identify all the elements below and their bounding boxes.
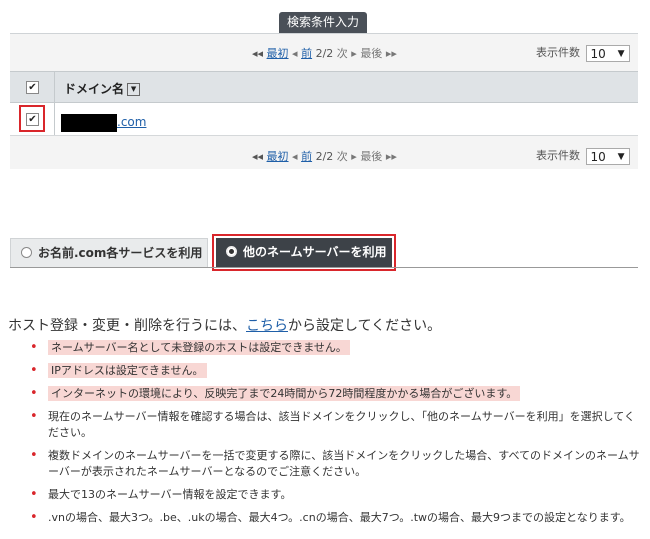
last-arrow-icon: ▸▸	[385, 150, 397, 163]
domain-link[interactable]: .com	[117, 115, 146, 129]
host-prefix: ホスト登録・変更・削除を行うには、	[8, 318, 246, 334]
list-item: 複数ドメインのネームサーバーを一括で変更する際に、該当ドメインをクリックした場合…	[30, 448, 642, 480]
next-arrow-icon: ▸	[351, 150, 357, 163]
page-size-value: 10	[590, 149, 606, 164]
page-size-label: 表示件数	[536, 46, 580, 59]
prev-page-link[interactable]: 前	[301, 47, 312, 60]
dropdown-arrow-icon: ▼	[617, 48, 625, 59]
note-text: ネームサーバー名として未登録のホストは設定できません。	[48, 340, 350, 355]
search-conditions-tab[interactable]: 検索条件入力	[279, 12, 367, 33]
host-settings-link[interactable]: こちら	[246, 318, 288, 334]
note-text: インターネットの環境により、反映完了まで24時間から72時間程度かかる場合がござ…	[48, 386, 521, 401]
redacted-domain	[61, 114, 117, 132]
page-size-value: 10	[590, 46, 606, 61]
pager-top: ◂◂ 最初 ◂ 前 2/2 次 ▸ 最後 ▸▸ 表示件数 10 ▼	[10, 36, 638, 66]
table-row: ✔ .com	[10, 103, 638, 136]
list-item: .vnの場合、最大3つ。.be、.ukの場合、最大4つ。.cnの場合、最大7つ。…	[30, 510, 642, 526]
prev-arrow-icon: ◂	[292, 47, 298, 60]
page-size-control: 表示件数 10 ▼	[536, 44, 630, 62]
pagination-nav: ◂◂ 最初 ◂ 前 2/2 次 ▸ 最後 ▸▸	[252, 148, 397, 164]
list-item: インターネットの環境により、反映完了まで24時間から72時間程度かかる場合がござ…	[30, 386, 642, 402]
list-item: ネームサーバー名として未登録のホストは設定できません。	[30, 340, 642, 356]
note-text: 現在のネームサーバー情報を確認する場合は、該当ドメインをクリックし、「他のネーム…	[48, 410, 635, 439]
first-page-link[interactable]: 最初	[267, 150, 289, 163]
pager-bottom: ◂◂ 最初 ◂ 前 2/2 次 ▸ 最後 ▸▸ 表示件数 10 ▼	[10, 139, 638, 169]
page-info: 2/2	[315, 47, 334, 60]
list-item: 最大で13のネームサーバー情報を設定できます。	[30, 487, 642, 503]
list-item: 現在のネームサーバー情報を確認する場合は、該当ドメインをクリックし、「他のネーム…	[30, 409, 642, 441]
last-arrow-icon: ▸▸	[385, 47, 397, 60]
tab-onamae-services[interactable]: お名前.com各サービスを利用	[10, 238, 208, 267]
next-page-label: 次	[336, 47, 348, 60]
first-arrow-icon: ◂◂	[252, 47, 264, 60]
column-divider	[54, 103, 55, 135]
note-text: 複数ドメインのネームサーバーを一括で変更する際に、該当ドメインをクリックした場合…	[48, 449, 640, 478]
radio-icon	[21, 247, 32, 258]
dropdown-arrow-icon: ▼	[617, 151, 625, 162]
row-checkbox[interactable]: ✔	[26, 113, 39, 126]
table-header: ✔ ドメイン名 ▼	[10, 71, 638, 103]
tab-label: 他のネームサーバーを利用	[243, 245, 387, 259]
host-registration-text: ホスト登録・変更・削除を行うには、こちらから設定してください。	[8, 315, 441, 335]
tab-label: お名前.com各サービスを利用	[38, 246, 203, 260]
domain-column-label: ドメイン名	[64, 82, 125, 96]
page-size-control: 表示件数 10 ▼	[536, 147, 630, 165]
host-suffix: から設定してください。	[288, 318, 442, 334]
page-size-select[interactable]: 10 ▼	[585, 147, 630, 165]
domain-column-header: ドメイン名 ▼	[64, 80, 141, 97]
last-page-label: 最後	[360, 150, 383, 163]
select-all-checkbox[interactable]: ✔	[26, 81, 39, 94]
tab-other-nameservers[interactable]: 他のネームサーバーを利用	[216, 238, 392, 267]
tab-divider	[10, 267, 638, 268]
list-item: IPアドレスは設定できません。	[30, 363, 642, 379]
prev-page-link[interactable]: 前	[301, 150, 312, 163]
page-size-label: 表示件数	[536, 149, 580, 162]
column-divider	[54, 72, 55, 102]
next-page-label: 次	[336, 150, 348, 163]
page-size-select[interactable]: 10 ▼	[585, 44, 630, 62]
filter-icon[interactable]: ▼	[127, 83, 141, 96]
first-page-link[interactable]: 最初	[267, 47, 289, 60]
last-page-label: 最後	[360, 47, 383, 60]
page-info: 2/2	[315, 150, 334, 163]
note-text: IPアドレスは設定できません。	[48, 363, 207, 378]
first-arrow-icon: ◂◂	[252, 150, 264, 163]
note-text: 最大で13のネームサーバー情報を設定できます。	[48, 488, 292, 501]
next-arrow-icon: ▸	[351, 47, 357, 60]
note-text: .vnの場合、最大3つ。.be、.ukの場合、最大4つ。.cnの場合、最大7つ。…	[48, 511, 631, 524]
radio-selected-icon	[226, 246, 237, 257]
domain-list-panel: ◂◂ 最初 ◂ 前 2/2 次 ▸ 最後 ▸▸ 表示件数 10 ▼ ✔ ドメイン名…	[10, 33, 638, 169]
pagination-nav: ◂◂ 最初 ◂ 前 2/2 次 ▸ 最後 ▸▸	[252, 45, 397, 61]
notes-list: ネームサーバー名として未登録のホストは設定できません。 IPアドレスは設定できま…	[30, 340, 642, 533]
prev-arrow-icon: ◂	[292, 150, 298, 163]
